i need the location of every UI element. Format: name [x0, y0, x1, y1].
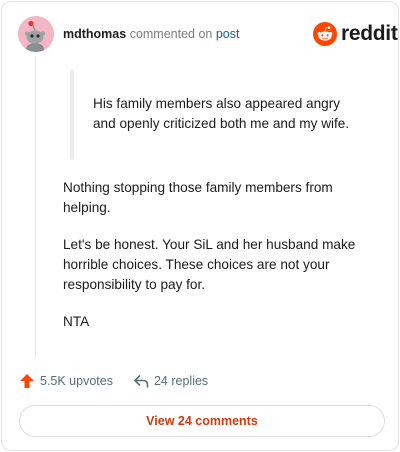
replies-stat[interactable]: 24 replies — [133, 373, 208, 389]
upvotes-stat[interactable]: 5.5K upvotes — [19, 373, 113, 389]
quote-bar — [70, 70, 74, 160]
comment-paragraph-3: NTA — [63, 314, 90, 329]
reddit-wordmark: reddit — [341, 22, 398, 45]
comment-header: mdthomas commented on post — [63, 26, 240, 42]
comment-paragraph-2: Let's be honest. Your SiL and her husban… — [63, 237, 356, 292]
comment-paragraph-1: Nothing stopping those family members fr… — [63, 180, 333, 215]
upvote-arrow-icon — [20, 374, 34, 388]
reply-arrow-icon — [134, 375, 149, 388]
quoted-text: His family members also appeared angry a… — [93, 96, 350, 131]
upvotes-count: 5.5K upvotes — [40, 374, 113, 388]
commented-on-label: commented on — [129, 27, 213, 41]
username-link[interactable]: mdthomas — [63, 27, 126, 41]
view-comments-button[interactable]: View 24 comments — [19, 405, 385, 437]
comment-card: mdthomas commented on post reddit His fa… — [1, 1, 399, 451]
snoo-avatar-icon — [18, 16, 54, 52]
post-link[interactable]: post — [216, 27, 240, 41]
comment-stats: 5.5K upvotes 24 replies — [19, 371, 208, 391]
reddit-logo[interactable]: reddit — [313, 22, 398, 46]
replies-count: 24 replies — [153, 374, 209, 388]
thread-line — [35, 56, 36, 356]
reddit-snoo-icon — [313, 22, 337, 46]
user-avatar[interactable] — [18, 16, 54, 52]
